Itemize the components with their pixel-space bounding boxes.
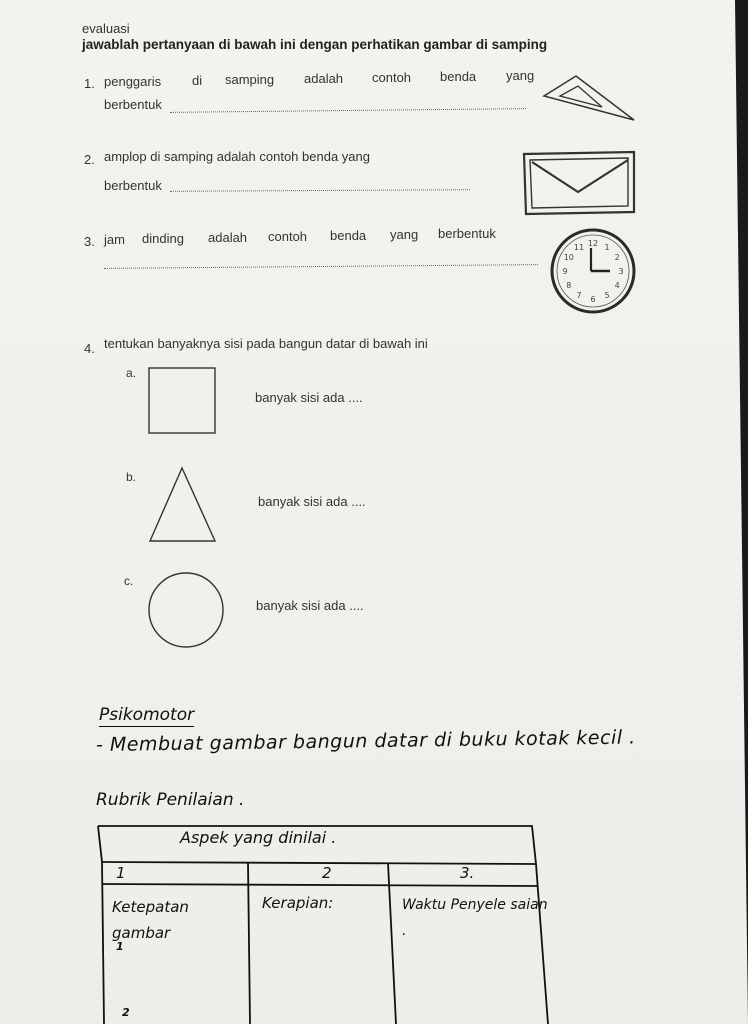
q1-text: penggaris di samping adalah contoh benda… bbox=[104, 68, 536, 89]
clock-numeral: 2 bbox=[615, 253, 620, 262]
q3-word: dinding bbox=[142, 231, 184, 246]
q3-text: jam dinding adalah contoh benda yang ber… bbox=[104, 226, 508, 247]
q2-line2: berbentuk bbox=[104, 178, 162, 193]
wall-clock-icon: 12 12 3 45678 9 1011 bbox=[550, 228, 636, 314]
envelope-icon bbox=[522, 150, 636, 216]
q4a-label: a. bbox=[126, 366, 137, 380]
clock-numeral: 6 bbox=[590, 295, 595, 304]
q3-word: jam bbox=[104, 232, 125, 247]
q3-word: contoh bbox=[268, 229, 308, 244]
q2-answer-line bbox=[169, 189, 471, 192]
criterion-1: Ketepatan gambar bbox=[112, 898, 189, 942]
worksheet-title: evaluasi bbox=[82, 21, 130, 36]
q2-number: 2. bbox=[84, 152, 95, 167]
q4-text: tentukan banyaknya sisi pada bangun data… bbox=[104, 336, 428, 351]
column-header-1: 1 bbox=[116, 864, 126, 882]
psikomotor-heading: Psikomotor bbox=[99, 705, 195, 727]
q1-number: 1. bbox=[84, 76, 95, 91]
q1-word: penggaris bbox=[104, 74, 162, 89]
q4c-text: banyak sisi ada .... bbox=[256, 598, 364, 613]
table-title: Aspek yang dinilai . bbox=[180, 828, 337, 847]
q2-text: amplop di samping adalah contoh benda ya… bbox=[104, 149, 370, 164]
q1-word: benda bbox=[440, 69, 477, 84]
q1-word: adalah bbox=[304, 71, 344, 86]
column-header-2: 2 bbox=[322, 864, 332, 882]
clock-numeral: 10 bbox=[564, 253, 574, 262]
clock-numeral: 11 bbox=[574, 243, 584, 252]
q3-word: adalah bbox=[208, 230, 248, 245]
q4-number: 4. bbox=[84, 341, 95, 356]
triangle-shape bbox=[148, 466, 217, 542]
clock-numeral: 4 bbox=[615, 281, 620, 290]
row-mark-1: 1 bbox=[116, 940, 124, 953]
worksheet-page: evaluasi jawablah pertanyaan di bawah in… bbox=[0, 0, 748, 1024]
column-header-3: 3. bbox=[460, 864, 475, 882]
q1-line2: berbentuk bbox=[104, 97, 162, 112]
q1-word: yang bbox=[506, 68, 535, 83]
q3-word: berbentuk bbox=[438, 226, 496, 241]
square-shape bbox=[148, 367, 216, 434]
criterion-3: Waktu Penyele saian . bbox=[402, 897, 548, 939]
q4b-label: b. bbox=[126, 470, 137, 484]
clock-numeral: 7 bbox=[576, 291, 581, 300]
psikomotor-task: - Membuat gambar bangun datar di buku ko… bbox=[95, 726, 636, 756]
clock-numeral: 5 bbox=[604, 291, 609, 300]
q1-word: samping bbox=[225, 72, 275, 87]
clock-numeral: 1 bbox=[604, 243, 609, 252]
set-square-icon bbox=[542, 75, 635, 121]
clock-numeral: 12 bbox=[588, 239, 598, 248]
instruction-text: jawablah pertanyaan di bawah ini dengan … bbox=[82, 37, 548, 52]
row-mark-2: 2 bbox=[122, 1006, 130, 1019]
clock-numeral: 3 bbox=[618, 267, 623, 276]
q4a-text: banyak sisi ada .... bbox=[255, 390, 363, 405]
criterion-2: Kerapian: bbox=[262, 894, 334, 912]
q3-answer-line bbox=[104, 264, 538, 269]
q3-word: yang bbox=[390, 227, 419, 242]
q4c-label: c. bbox=[124, 574, 134, 588]
q1-word: contoh bbox=[372, 70, 412, 85]
q3-number: 3. bbox=[84, 234, 95, 249]
q3-word: benda bbox=[330, 228, 367, 243]
q1-answer-line bbox=[170, 108, 526, 113]
q1-word: di bbox=[192, 73, 203, 88]
circle-shape bbox=[148, 572, 224, 648]
rubrik-heading: Rubrik Penilaian . bbox=[96, 790, 245, 810]
clock-numeral: 9 bbox=[562, 267, 567, 276]
q4b-text: banyak sisi ada .... bbox=[258, 494, 366, 509]
clock-numeral: 8 bbox=[566, 281, 571, 290]
